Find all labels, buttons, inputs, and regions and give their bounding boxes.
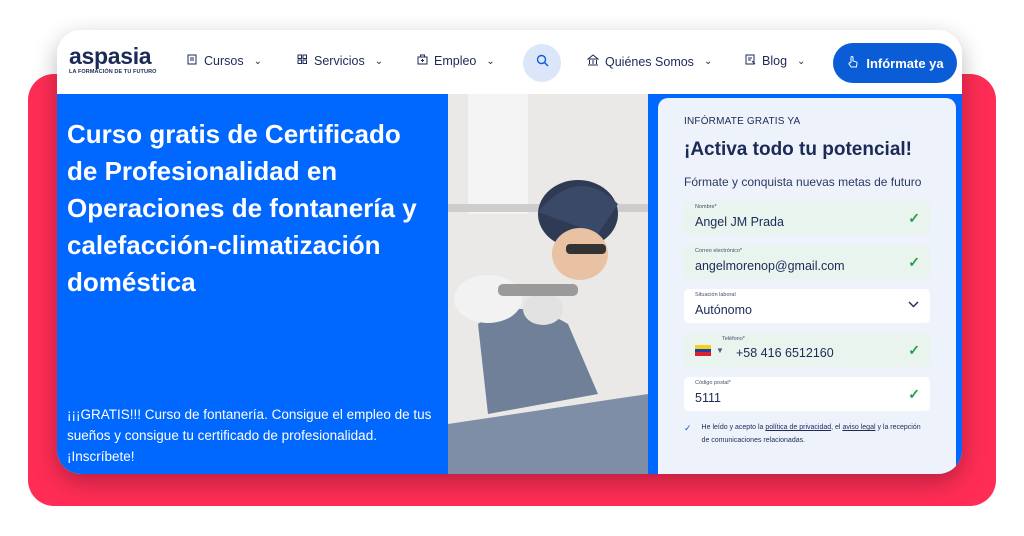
form-title: ¡Activa todo tu potencial! bbox=[684, 139, 912, 160]
pointer-hand-icon bbox=[846, 55, 859, 72]
chevron-down-icon: ⌄ bbox=[486, 55, 495, 67]
consent-middle: , el bbox=[831, 424, 843, 431]
postal-code-label: Código postal* bbox=[695, 380, 731, 386]
courses-icon bbox=[187, 54, 198, 68]
browser-window: aspasia LA FORMACIÓN DE TU FUTURO Cursos… bbox=[57, 30, 962, 474]
postal-code-field[interactable]: Código postal* 5111 ✓ bbox=[684, 377, 930, 411]
nav-item-label: Blog bbox=[762, 54, 788, 68]
search-button[interactable] bbox=[523, 44, 561, 82]
search-icon bbox=[536, 54, 549, 72]
postal-code-value: 5111 bbox=[695, 391, 721, 405]
hero-title: Curso gratis de Certificado de Profesion… bbox=[67, 119, 417, 297]
chevron-down-icon: ⌄ bbox=[703, 56, 713, 67]
phone-field[interactable]: Teléfono* ▼ +58 416 6512160 ✓ bbox=[684, 333, 930, 367]
informate-ya-button[interactable]: Infórmate ya bbox=[833, 43, 957, 83]
employment-status-label: Situación laboral bbox=[695, 292, 736, 298]
name-field-value: Angel JM Prada bbox=[695, 215, 784, 229]
cta-label: Infórmate ya bbox=[866, 55, 944, 71]
chevron-down-icon: ⌄ bbox=[374, 55, 384, 67]
email-field-value: angelmorenop@gmail.com bbox=[695, 259, 845, 273]
top-navbar: aspasia LA FORMACIÓN DE TU FUTURO Cursos… bbox=[57, 30, 962, 94]
employment-status-value: Autónomo bbox=[695, 303, 752, 317]
nav-item-label: Empleo bbox=[434, 54, 477, 68]
hero-subtitle: ¡¡¡GRATIS!!! Curso de fontanería. Consig… bbox=[67, 407, 432, 464]
name-field[interactable]: Nombre* Angel JM Prada ✓ bbox=[684, 201, 930, 235]
lead-form: INFÓRMATE GRATIS YA ¡Activa todo tu pote… bbox=[658, 98, 956, 474]
phone-field-value: +58 416 6512160 bbox=[736, 346, 834, 360]
chevron-down-icon: ⌄ bbox=[253, 55, 262, 67]
nav-item-label: Servicios bbox=[314, 54, 365, 68]
check-icon: ✓ bbox=[908, 342, 920, 358]
venezuela-flag-icon[interactable] bbox=[695, 345, 711, 356]
caret-down-icon[interactable]: ▼ bbox=[716, 346, 724, 355]
check-icon: ✓ bbox=[908, 254, 920, 270]
nav-item-label: Quiénes Somos bbox=[605, 54, 694, 69]
services-icon bbox=[297, 54, 308, 68]
nav-item-quienes-somos[interactable]: Quiénes Somos ⌄ bbox=[586, 54, 713, 69]
email-field-label: Correo electrónico* bbox=[695, 248, 743, 254]
screenshot-stage: aspasia LA FORMACIÓN DE TU FUTURO Cursos… bbox=[0, 0, 1024, 536]
consent-prefix: He leído y acepto la bbox=[701, 424, 766, 431]
building-icon bbox=[586, 54, 600, 69]
name-field-label: Nombre* bbox=[695, 204, 717, 210]
legal-notice-link[interactable]: aviso legal bbox=[842, 424, 875, 431]
logo-wordmark: aspasia bbox=[69, 43, 152, 69]
nav-item-blog[interactable]: Blog ⌄ bbox=[745, 54, 805, 68]
check-icon: ✓ bbox=[908, 386, 920, 402]
form-description: Fórmate y conquista nuevas metas de futu… bbox=[684, 175, 922, 189]
nav-item-label: Cursos bbox=[204, 54, 244, 68]
consent-checkbox-row[interactable]: ✓ He leído y acepto la política de priva… bbox=[684, 421, 930, 447]
checkbox-check-icon[interactable]: ✓ bbox=[684, 422, 692, 447]
check-icon: ✓ bbox=[908, 210, 920, 226]
logo-tagline: LA FORMACIÓN DE TU FUTURO bbox=[69, 69, 157, 75]
consent-text: He leído y acepto la política de privaci… bbox=[702, 421, 930, 447]
nav-item-empleo[interactable]: Empleo ⌄ bbox=[417, 54, 495, 68]
chevron-down-icon: ⌄ bbox=[797, 55, 806, 67]
phone-field-label: Teléfono* bbox=[722, 336, 745, 342]
blog-icon bbox=[745, 54, 756, 68]
job-icon bbox=[417, 54, 428, 68]
privacy-policy-link[interactable]: política de privacidad bbox=[765, 424, 831, 431]
nav-item-servicios[interactable]: Servicios ⌄ bbox=[297, 54, 383, 68]
email-field[interactable]: Correo electrónico* angelmorenop@gmail.c… bbox=[684, 245, 930, 279]
form-kicker: INFÓRMATE GRATIS YA bbox=[684, 116, 801, 127]
nav-item-cursos[interactable]: Cursos ⌄ bbox=[187, 54, 262, 68]
brand-logo[interactable]: aspasia LA FORMACIÓN DE TU FUTURO bbox=[69, 43, 157, 76]
hero-photo-plumber bbox=[448, 94, 648, 474]
employment-status-select[interactable]: Situación laboral Autónomo bbox=[684, 289, 930, 323]
chevron-down-icon bbox=[908, 299, 919, 311]
